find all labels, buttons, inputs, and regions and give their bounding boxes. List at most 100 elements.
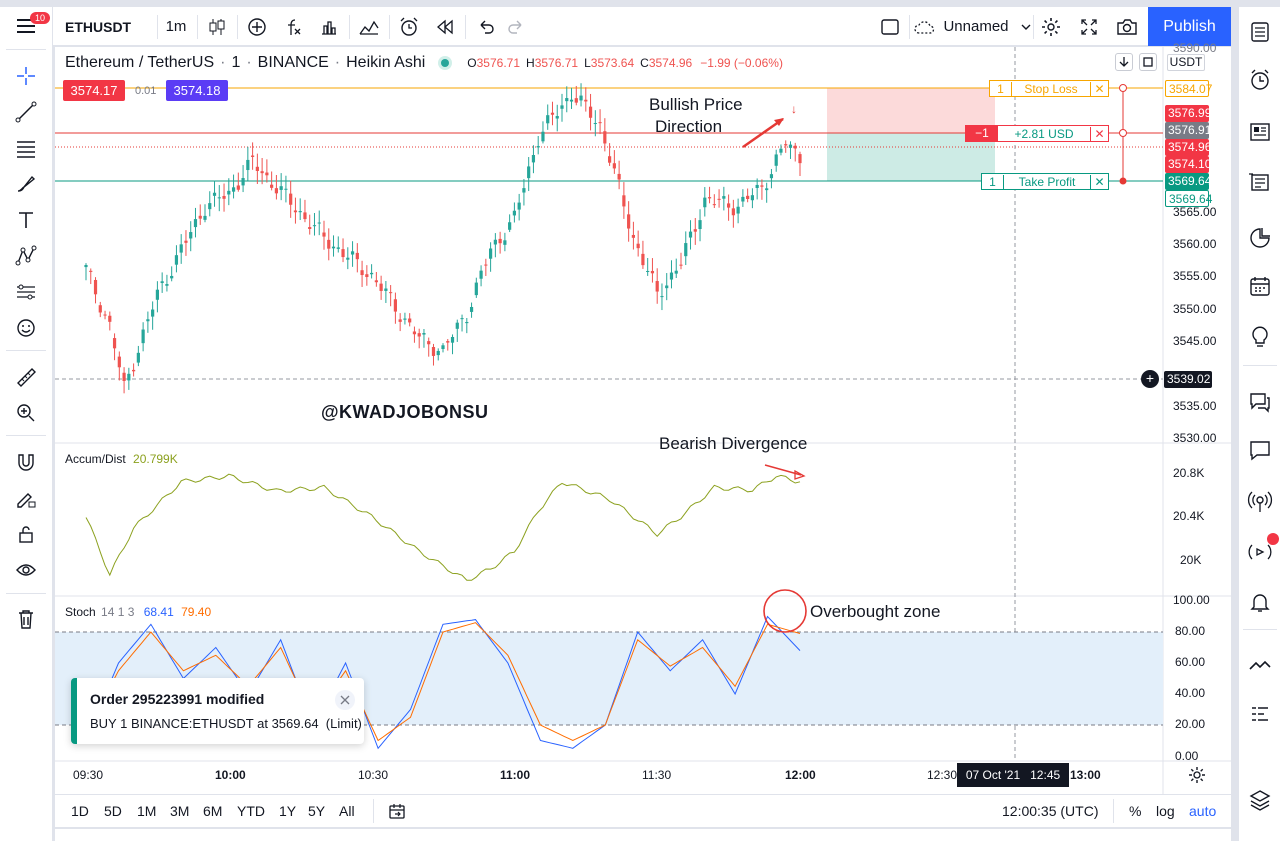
position-close-icon[interactable]: ✕	[1090, 126, 1108, 141]
maximize-pane-button[interactable]	[1139, 53, 1157, 71]
redo-button[interactable]	[501, 7, 531, 46]
compare-button[interactable]	[353, 7, 385, 46]
select-layout-button[interactable]	[875, 7, 905, 46]
axis-settings-button[interactable]	[1188, 766, 1206, 789]
fullscreen-button[interactable]	[1073, 7, 1105, 46]
watchlist-button[interactable]	[1243, 15, 1277, 49]
collapse-pane-button[interactable]	[1115, 53, 1133, 71]
candle-body	[460, 318, 464, 320]
text-tool[interactable]	[8, 203, 44, 237]
entry-handle[interactable]	[1119, 129, 1127, 137]
chart-type-button[interactable]	[201, 7, 233, 46]
crosshair-plus-icon[interactable]: +	[1141, 370, 1159, 388]
fib-tool[interactable]	[8, 131, 44, 165]
symbol-title[interactable]: Ethereum / TetherUS	[65, 54, 214, 72]
ideas-button[interactable]	[1243, 319, 1277, 353]
take-profit-label[interactable]: 1 Take Profit ✕	[981, 173, 1109, 190]
trading-panel-button[interactable]	[1243, 649, 1277, 683]
price-label-red: 3574.10	[1165, 156, 1211, 173]
pattern-tool[interactable]	[8, 239, 44, 273]
chats-button[interactable]	[1243, 385, 1277, 419]
range-1y[interactable]: 1Y	[279, 795, 296, 827]
overbought-annotation[interactable]: Overbought zone	[810, 602, 940, 622]
toast-close-button[interactable]	[335, 690, 355, 710]
range-1m[interactable]: 1M	[137, 795, 156, 827]
toolbar-divider	[373, 799, 374, 823]
candle-body	[408, 318, 412, 323]
brush-tool[interactable]	[8, 167, 44, 201]
position-pnl-label[interactable]: −1 +2.81 USD ✕	[965, 125, 1109, 142]
notifications-button[interactable]	[1243, 585, 1277, 619]
price-axis[interactable]: 3590.00 USDT 3565.00 3560.00 3555.00 355…	[1164, 41, 1231, 445]
data-window-button[interactable]	[1243, 115, 1277, 149]
range-5y[interactable]: 5Y	[308, 795, 325, 827]
range-ytd[interactable]: YTD	[237, 795, 265, 827]
snapshot-button[interactable]	[1111, 7, 1143, 46]
tp-handle[interactable]	[1119, 177, 1127, 185]
video-button[interactable]	[1243, 533, 1279, 569]
sell-button[interactable]: 3574.17	[63, 80, 125, 101]
range-6m[interactable]: 6M	[203, 795, 222, 827]
hotlists-button[interactable]	[1243, 221, 1277, 255]
watermark-text[interactable]: @KWADJOBONSU	[321, 402, 489, 423]
range-3m[interactable]: 3M	[170, 795, 189, 827]
market-status-dot[interactable]	[441, 59, 450, 67]
hide-drawings-tool[interactable]	[8, 553, 44, 587]
log-toggle[interactable]: log	[1156, 795, 1175, 827]
open-label: O	[467, 56, 477, 70]
fx-icon	[288, 18, 301, 35]
undo-button[interactable]	[471, 7, 501, 46]
stop-loss-close-icon[interactable]: ✕	[1090, 81, 1108, 96]
crosshair-tool[interactable]	[8, 59, 44, 93]
zoom-tool[interactable]	[8, 396, 44, 430]
lock-drawing-tool[interactable]	[8, 481, 44, 515]
sl-handle[interactable]	[1119, 84, 1127, 92]
alert-button[interactable]	[393, 7, 425, 46]
calendar-list-button[interactable]	[1243, 165, 1277, 199]
candle-body	[208, 203, 212, 210]
buy-button[interactable]: 3574.18	[166, 80, 228, 101]
indicators-button[interactable]	[241, 7, 273, 46]
bullish-annotation[interactable]: Bullish Price Direction	[649, 94, 743, 138]
interval-button[interactable]: 1m	[161, 7, 191, 46]
percent-toggle[interactable]: %	[1129, 795, 1141, 827]
candle-body	[522, 188, 526, 193]
time-axis[interactable]: 09:30 10:00 10:30 11:00 11:30 12:00 12:3…	[55, 762, 1163, 790]
measure-tool[interactable]	[8, 360, 44, 394]
replay-button[interactable]	[429, 7, 461, 46]
notification-badge: 10	[30, 12, 51, 24]
stoch-legend[interactable]: Stoch 14 1 3 68.41 79.40	[65, 605, 211, 619]
settings-button[interactable]	[1035, 7, 1067, 46]
layout-name-button[interactable]: Unnamed	[913, 7, 1033, 46]
alerts-button[interactable]	[1243, 63, 1277, 97]
range-5d[interactable]: 5D	[104, 795, 122, 827]
clock-timezone[interactable]: 12:00:35 (UTC)	[1002, 795, 1098, 827]
lock-all-tool[interactable]	[8, 517, 44, 551]
remove-drawings-tool[interactable]	[8, 602, 44, 636]
fx-button[interactable]	[277, 7, 309, 46]
currency-label[interactable]: USDT	[1167, 54, 1205, 71]
icon-tool[interactable]	[8, 311, 44, 345]
bearish-annotation[interactable]: Bearish Divergence	[659, 434, 807, 454]
layers-button[interactable]	[1243, 783, 1277, 817]
menu-button[interactable]: 10	[8, 9, 51, 43]
goto-date-button[interactable]	[387, 795, 407, 827]
calendar-button[interactable]	[1243, 269, 1277, 303]
chart-container[interactable]: ↓ Ethereum / TetherUS · 1 · BINANCE · He…	[55, 41, 1231, 827]
templates-button[interactable]	[313, 7, 345, 46]
magnet-tool[interactable]	[8, 445, 44, 479]
stop-loss-label[interactable]: 1 Stop Loss ✕	[989, 80, 1109, 97]
range-all[interactable]: All	[339, 795, 355, 827]
streams-button[interactable]	[1243, 485, 1277, 519]
dom-button[interactable]	[1243, 697, 1277, 731]
symbol-search[interactable]: ETHUSDT	[59, 7, 149, 46]
account-manager-strip[interactable]	[55, 828, 1231, 841]
trendline-tool[interactable]	[8, 95, 44, 129]
messages-button[interactable]	[1243, 433, 1277, 467]
accum-legend[interactable]: Accum/Dist 20.799K	[65, 452, 178, 466]
auto-toggle[interactable]: auto	[1189, 795, 1216, 827]
take-profit-close-icon[interactable]: ✕	[1090, 174, 1108, 189]
order-toast[interactable]: Order 295223991 modified BUY 1 BINANCE:E…	[71, 678, 364, 744]
range-1d[interactable]: 1D	[71, 795, 89, 827]
prediction-tool[interactable]	[8, 275, 44, 309]
